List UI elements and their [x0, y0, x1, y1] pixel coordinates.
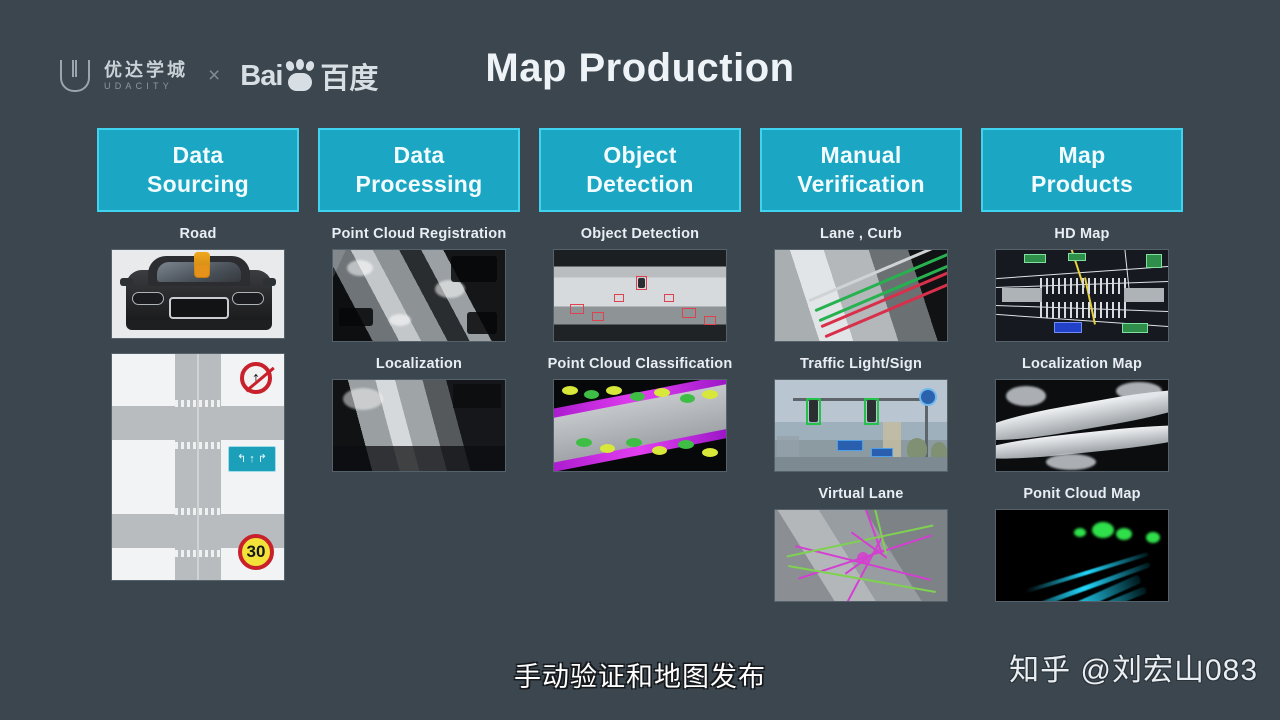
slide-root: 优达学城 UDACITY × Bai 百度 Map Production Dat…: [0, 0, 1280, 720]
zhihu-watermark: 知乎 @刘宏山083: [1009, 654, 1258, 687]
item-label-road: Road: [179, 226, 217, 242]
pipeline-columns: Data Sourcing Road ↑ ↰ ↑ ↱ 30 Data Proce…: [97, 128, 1183, 602]
header-line-2: Products: [1030, 171, 1134, 197]
item-localization: Localization: [318, 356, 520, 472]
thumbnail-hd-map[interactable]: [995, 249, 1169, 342]
item-point-cloud-map: Ponit Cloud Map: [981, 486, 1183, 602]
item-label-virtual-lane: Virtual Lane: [818, 486, 904, 502]
item-traffic-light-sign: Traffic Light/Sign: [760, 356, 962, 472]
header-line-1: Map: [1058, 141, 1106, 168]
item-label-localization: Localization: [375, 356, 463, 372]
header-line-2: Detection: [586, 171, 694, 197]
item-label-traffic-light-sign: Traffic Light/Sign: [799, 356, 922, 372]
thumbnail-virtual-lane[interactable]: [774, 509, 948, 602]
item-object-detection: Object Detection: [539, 226, 741, 342]
thumbnail-object-detection[interactable]: [553, 249, 727, 342]
column-header-object-detection[interactable]: Object Detection: [539, 128, 741, 212]
column-object-detection: Object Detection Object Detection Point …: [539, 128, 741, 602]
item-label-point-cloud-registration: Point Cloud Registration: [331, 226, 507, 242]
column-header-manual-verification[interactable]: Manual Verification: [760, 128, 962, 212]
thumbnail-point-cloud-map[interactable]: [995, 509, 1169, 602]
item-point-cloud-classification: Point Cloud Classification: [539, 356, 741, 472]
item-label-localization-map: Localization Map: [1021, 356, 1142, 372]
column-manual-verification: Manual Verification Lane , Curb Traffic …: [760, 128, 962, 602]
sign-lane-direction-icon: ↰ ↑ ↱: [228, 446, 276, 472]
thumbnail-lane-curb[interactable]: [774, 249, 948, 342]
thumbnail-traffic-light-sign[interactable]: [774, 379, 948, 472]
column-data-sourcing: Data Sourcing Road ↑ ↰ ↑ ↱ 30: [97, 128, 299, 602]
thumbnail-localization[interactable]: [332, 379, 506, 472]
header-line-1: Data: [172, 141, 224, 168]
header-line-2: Processing: [355, 171, 483, 197]
item-virtual-lane: Virtual Lane: [760, 486, 962, 602]
column-map-products: Map Products HD Map Localization Map Pon…: [981, 128, 1183, 602]
thumbnail-road-car[interactable]: [111, 249, 285, 339]
item-label-object-detection: Object Detection: [580, 226, 700, 242]
header-line-2: Verification: [797, 171, 925, 197]
thumbnail-point-cloud-registration[interactable]: [332, 249, 506, 342]
column-header-data-sourcing[interactable]: Data Sourcing: [97, 128, 299, 212]
page-title: Map Production: [485, 46, 795, 90]
item-label-point-cloud-classification: Point Cloud Classification: [547, 356, 733, 372]
header-line-1: Manual: [820, 141, 902, 168]
item-label-hd-map: HD Map: [1054, 226, 1110, 242]
item-point-cloud-registration: Point Cloud Registration: [318, 226, 520, 342]
thumbnail-intersection-diagram[interactable]: ↑ ↰ ↑ ↱ 30: [111, 353, 285, 581]
item-lane-curb: Lane , Curb: [760, 226, 962, 342]
sign-speed-limit-30: 30: [238, 534, 274, 570]
item-localization-map: Localization Map: [981, 356, 1183, 472]
column-header-map-products[interactable]: Map Products: [981, 128, 1183, 212]
item-intersection: ↑ ↰ ↑ ↱ 30: [97, 353, 299, 581]
header-line-2: Sourcing: [146, 171, 250, 197]
item-road: Road: [97, 226, 299, 339]
sign-no-straight-icon: ↑: [240, 362, 272, 394]
header-line-1: Data: [393, 141, 445, 168]
column-data-processing: Data Processing Point Cloud Registration…: [318, 128, 520, 602]
header-line-1: Object: [603, 141, 677, 168]
column-header-data-processing[interactable]: Data Processing: [318, 128, 520, 212]
item-hd-map: HD Map: [981, 226, 1183, 342]
thumbnail-localization-map[interactable]: [995, 379, 1169, 472]
item-label-lane-curb: Lane , Curb: [820, 226, 902, 242]
item-label-point-cloud-map: Ponit Cloud Map: [1023, 486, 1141, 502]
thumbnail-point-cloud-classification[interactable]: [553, 379, 727, 472]
